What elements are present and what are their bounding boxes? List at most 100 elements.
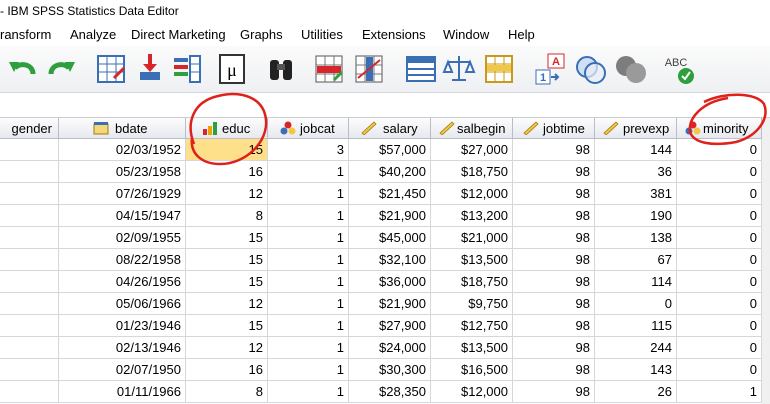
cell-jobcat[interactable]: 1 [268,359,349,381]
cell-minority[interactable]: 0 [677,183,762,205]
cell-prevexp[interactable]: 0 [595,293,677,315]
menu-utilities[interactable]: Utilities [301,27,343,42]
find-icon[interactable] [264,52,298,86]
cell-gender[interactable] [0,205,59,227]
cell-prevexp[interactable]: 381 [595,183,677,205]
cell-prevexp[interactable]: 67 [595,249,677,271]
cell-prevexp[interactable]: 144 [595,139,677,161]
cell-gender[interactable] [0,249,59,271]
cell-educ[interactable]: 15 [186,315,268,337]
cell-salary[interactable]: $36,000 [349,271,431,293]
column-header-bdate[interactable]: bdate [59,118,186,139]
cell-jobtime[interactable]: 98 [513,227,595,249]
menu-direct-marketing[interactable]: Direct Marketing [131,27,226,42]
column-header-prevexp[interactable]: prevexp [595,118,677,139]
cell-salbegin[interactable]: $13,500 [431,337,513,359]
column-header-gender[interactable]: gender [0,118,59,139]
column-header-minority[interactable]: minority [677,118,762,139]
column-header-jobtime[interactable]: jobtime [513,118,595,139]
cell-jobtime[interactable]: 98 [513,359,595,381]
cell-editor-bar[interactable] [0,93,770,118]
cell-educ[interactable]: 15 [186,139,268,161]
cell-bdate[interactable]: 02/03/1952 [59,139,186,161]
cell-jobtime[interactable]: 98 [513,271,595,293]
cell-gender[interactable] [0,139,59,161]
redo-icon[interactable] [44,52,78,86]
show-all-variables-icon[interactable] [614,52,648,86]
cell-minority[interactable]: 0 [677,359,762,381]
cell-educ[interactable]: 15 [186,249,268,271]
cell-jobcat[interactable]: 1 [268,381,349,403]
spell-check-icon[interactable]: ABC [662,52,696,86]
cell-salbegin[interactable]: $21,000 [431,227,513,249]
cell-bdate[interactable]: 07/26/1929 [59,183,186,205]
cell-educ[interactable]: 15 [186,271,268,293]
cell-salary[interactable]: $24,000 [349,337,431,359]
undo-icon[interactable] [6,52,40,86]
cell-salary[interactable]: $57,000 [349,139,431,161]
cell-minority[interactable]: 0 [677,271,762,293]
cell-prevexp[interactable]: 143 [595,359,677,381]
cell-salbegin[interactable]: $18,750 [431,161,513,183]
cell-gender[interactable] [0,227,59,249]
cell-prevexp[interactable]: 190 [595,205,677,227]
cell-jobcat[interactable]: 3 [268,139,349,161]
cell-salary[interactable]: $21,900 [349,293,431,315]
cell-jobtime[interactable]: 98 [513,381,595,403]
cell-minority[interactable]: 0 [677,293,762,315]
weight-cases-icon[interactable] [442,52,476,86]
cell-gender[interactable] [0,337,59,359]
cell-gender[interactable] [0,315,59,337]
cell-jobcat[interactable]: 1 [268,161,349,183]
menu-transform[interactable]: ransform [0,27,51,42]
cell-salary[interactable]: $21,450 [349,183,431,205]
column-header-jobcat[interactable]: jobcat [268,118,349,139]
cell-bdate[interactable]: 05/23/1958 [59,161,186,183]
cell-bdate[interactable]: 04/26/1956 [59,271,186,293]
column-header-salary[interactable]: salary [349,118,431,139]
vertical-scrollbar[interactable] [762,118,770,404]
menu-analyze[interactable]: Analyze [70,27,116,42]
cell-salbegin[interactable]: $27,000 [431,139,513,161]
cell-educ[interactable]: 8 [186,205,268,227]
menu-extensions[interactable]: Extensions [362,27,426,42]
insert-cases-icon[interactable] [312,52,346,86]
cell-jobtime[interactable]: 98 [513,161,595,183]
variables-icon[interactable] [170,52,204,86]
cell-prevexp[interactable]: 36 [595,161,677,183]
cell-minority[interactable]: 0 [677,139,762,161]
cell-prevexp[interactable]: 114 [595,271,677,293]
cell-bdate[interactable]: 02/13/1946 [59,337,186,359]
cell-salbegin[interactable]: $18,750 [431,271,513,293]
cell-jobcat[interactable]: 1 [268,249,349,271]
use-sets-icon[interactable] [574,52,608,86]
cell-salary[interactable]: $30,300 [349,359,431,381]
cell-gender[interactable] [0,183,59,205]
cell-bdate[interactable]: 01/11/1966 [59,381,186,403]
cell-bdate[interactable]: 05/06/1966 [59,293,186,315]
cell-bdate[interactable]: 02/09/1955 [59,227,186,249]
cell-minority[interactable]: 0 [677,315,762,337]
menu-graphs[interactable]: Graphs [240,27,283,42]
cell-jobcat[interactable]: 1 [268,271,349,293]
cell-jobcat[interactable]: 1 [268,337,349,359]
goto-variable-icon[interactable] [132,52,166,86]
cell-prevexp[interactable]: 244 [595,337,677,359]
cell-minority[interactable]: 0 [677,337,762,359]
cell-gender[interactable] [0,271,59,293]
menu-help[interactable]: Help [508,27,535,42]
cell-salary[interactable]: $21,900 [349,205,431,227]
cell-jobcat[interactable]: 1 [268,227,349,249]
cell-salary[interactable]: $28,350 [349,381,431,403]
cell-salary[interactable]: $32,100 [349,249,431,271]
cell-jobcat[interactable]: 1 [268,293,349,315]
cell-salbegin[interactable]: $12,750 [431,315,513,337]
cell-gender[interactable] [0,381,59,403]
cell-jobtime[interactable]: 98 [513,139,595,161]
cell-jobtime[interactable]: 98 [513,337,595,359]
cell-prevexp[interactable]: 138 [595,227,677,249]
cell-educ[interactable]: 8 [186,381,268,403]
cell-bdate[interactable]: 04/15/1947 [59,205,186,227]
cell-gender[interactable] [0,161,59,183]
insert-variable-icon[interactable] [352,52,386,86]
